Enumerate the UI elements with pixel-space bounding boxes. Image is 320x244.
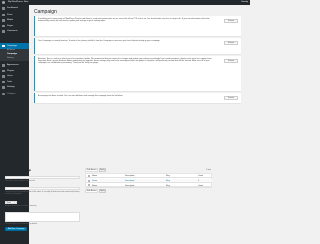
notice-ftp: If installing and running some of WordPr… [34,16,241,36]
apply-button-bottom[interactable]: Apply [99,189,106,193]
page-icon [2,24,5,28]
sidebar-item-label: Dashboard [7,7,18,10]
page-title: Campaign [34,8,57,15]
sidebar-item-label: Collapse [7,92,16,95]
campaign-table: Name Description Slug Count Demo Descrip… [85,173,213,188]
bulk-actions-select-bottom[interactable]: Bulk Actions [85,189,98,193]
notice-update: Attention: This is a notice to inform yo… [34,56,241,91]
sidebar-item-comments[interactable]: Comments [0,29,29,34]
wrench-icon [2,80,5,84]
notice-text: Attention: This is a notice to inform yo… [38,57,212,65]
notice-inactive: Your Campaign is currently inactive. To … [34,38,241,54]
sidebar-item-dashboard[interactable]: Dashboard [0,6,29,11]
sidebar-item-label: Comments [7,30,18,33]
items-count: 1 item [206,168,211,171]
submenu-item-setting[interactable]: Setting [7,57,13,59]
apply-button[interactable]: Apply [99,168,106,172]
column-slug-footer[interactable]: Slug [166,185,170,187]
sidebar-item-label: Users [7,75,13,78]
select-all-checkbox-footer[interactable] [87,184,90,187]
sidebar-item-appearance[interactable]: Appearance [0,63,29,68]
row-name-link[interactable]: Demo [92,180,97,182]
collapse-icon [2,92,5,96]
name-input[interactable] [5,175,80,180]
column-description[interactable]: Description [125,175,134,177]
form-heading: Add New Campaign [5,168,32,172]
campaign-submenu: All Items Campaign Setting [0,48,29,61]
media-icon [2,19,5,22]
select-all-checkbox[interactable] [87,175,90,178]
dismiss-button[interactable]: Dismiss [224,59,238,63]
notice-text: A campaign has been created. You can now… [38,94,123,97]
dismiss-button[interactable]: Dismiss [224,96,238,100]
submenu-item-all-items[interactable]: All Items [7,49,15,51]
sidebar-item-posts[interactable]: Posts [0,13,29,18]
bulk-actions-value: Bulk Actions [86,169,97,171]
sidebar-item-label: Media [7,19,13,22]
column-name[interactable]: Name [92,175,97,177]
description-textarea[interactable] [5,211,80,222]
settings-icon [2,86,5,89]
dashboard-icon [2,7,5,10]
pin-icon [2,13,5,17]
notice-text: Your Campaign is currently inactive. To … [38,39,161,42]
sidebar-item-label: Settings [7,86,15,89]
column-slug[interactable]: Slug [166,175,170,177]
bulk-actions-value: Bulk Actions [86,190,97,192]
main-content: Campaign If installing and running some … [29,5,250,244]
users-icon [2,75,5,78]
name-description: The name is how it appears on your site. [5,180,36,182]
row-description: Description [125,179,135,182]
row-checkbox[interactable] [87,179,90,182]
submenu-item-campaign[interactable]: Campaign [7,53,17,55]
sidebar-item-label: Appearance [7,64,19,67]
comment-icon [2,30,5,33]
sidebar-item-label: Tools [7,80,13,83]
dismiss-button[interactable]: Dismiss [224,19,238,23]
bulk-actions-select[interactable]: Bulk Actions [85,168,98,172]
parent-select[interactable]: None ▾ [5,200,17,205]
column-name-footer[interactable]: Name [92,185,97,187]
notice-text: If installing and running some of WordPr… [38,17,210,22]
row-count: 0 [198,179,200,182]
column-count-footer[interactable]: Count [198,185,203,187]
sidebar-item-label: Plugins [7,69,15,72]
megaphone-icon [2,44,5,48]
slug-description: The slug is the URL-friendly version of … [5,191,80,196]
sidebar-item-pages[interactable]: Pages [0,24,29,29]
wordpress-logo-icon[interactable] [2,0,6,5]
new-content-link[interactable]: + New [22,1,28,3]
dismiss-button[interactable]: Dismiss [224,41,238,45]
site-name-link[interactable]: My WordPress [8,1,22,3]
parent-select-value: None [6,201,12,204]
sidebar-item-settings[interactable]: Settings [0,85,29,90]
sidebar-item-users[interactable]: Users [0,74,29,79]
sidebar-item-label: Pages [7,24,14,27]
column-description-footer[interactable]: Description [125,185,134,187]
sidebar-item-tools[interactable]: Tools [0,80,29,85]
sidebar-item-label: Campaign [7,44,17,47]
add-new-campaign-button[interactable]: Add New Campaign [5,226,28,231]
table-footer-row: Name Description Slug Count [86,183,213,188]
sidebar-item-label: Posts [7,13,13,16]
parent-description: Assign a parent term to create a hierarc… [5,205,37,207]
slug-input[interactable] [5,186,80,191]
row-slug: Slug [166,179,170,182]
notice-created: A campaign has been created. You can now… [34,93,241,103]
account-menu[interactable]: Howdy [241,1,248,3]
sidebar-item-collapse[interactable]: Collapse [0,92,29,97]
brush-icon [2,64,5,67]
sidebar-item-media[interactable]: Media [0,18,29,23]
description-description: The description is not prominent by defa… [5,222,38,225]
plug-icon [2,69,5,73]
column-count[interactable]: Count [198,175,203,177]
sidebar-item-plugins[interactable]: Plugins [0,69,29,74]
